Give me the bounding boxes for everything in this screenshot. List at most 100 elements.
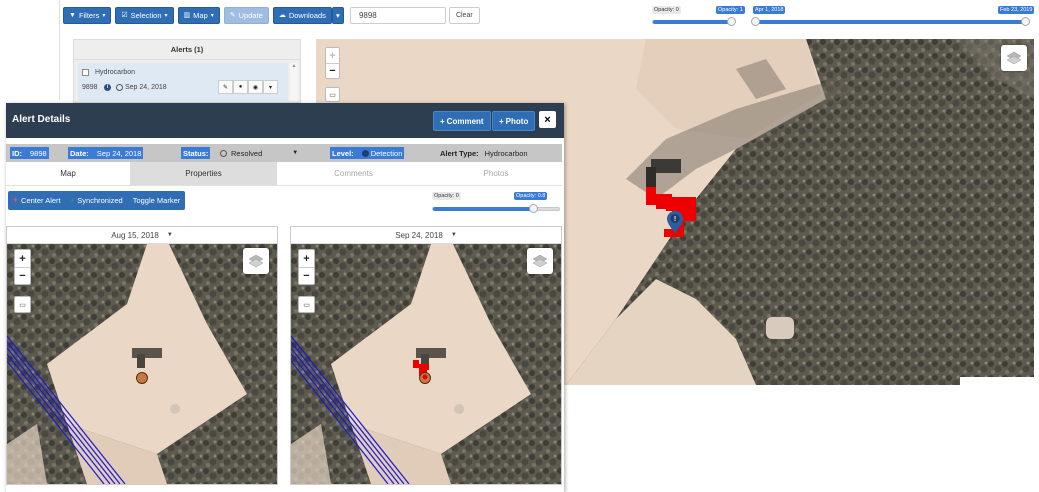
crosshair-icon: ✚	[13, 198, 19, 204]
alert-type-label: Alert Type:	[440, 148, 479, 158]
plus-icon: +	[499, 116, 504, 126]
selection-label: Selection	[130, 10, 162, 20]
alert-list-item[interactable]: Hydrocarbon 9898 i Sep 24, 2018 ✎ ● ◉ ▾	[78, 63, 288, 101]
opacity-slider-track[interactable]	[652, 17, 736, 26]
date-field: Date: Sep 24, 2018	[68, 147, 144, 159]
measure-tool-button[interactable]: ▭	[298, 296, 315, 313]
clear-label: Clear	[455, 11, 473, 19]
date-start-handle[interactable]	[751, 17, 760, 26]
filters-label: Filters	[78, 10, 100, 20]
map-button[interactable]: ▥ Map ▾	[177, 6, 220, 24]
main-toolbar: ▼ Filters ▾ ☑ Selection ▾ ▥ Map ▾ ✎ Upda…	[63, 6, 480, 24]
synchronized-toggle[interactable]: ● Synchronized	[66, 191, 128, 210]
downloads-button[interactable]: ☁ Downloads	[272, 6, 332, 24]
alert-details-modal: Alert Details + Comment + Photo × ID: 98…	[6, 103, 564, 492]
status-label-box: Status:	[181, 147, 211, 159]
comment-label: Comment	[446, 116, 484, 126]
modal-opacity-slider[interactable]: Opacity: 0 Opacity: 0.8	[432, 191, 562, 215]
comparison-map-before[interactable]: Aug 15, 2018 ▼ + − ▭	[6, 226, 278, 485]
add-comment-button[interactable]: + Comment	[433, 111, 491, 131]
caret-down-icon: ▼	[450, 232, 457, 238]
id-label: ID:	[12, 148, 22, 158]
modal-opacity-max-label: Opacity: 0.8	[514, 192, 548, 200]
measure-tool-button[interactable]: ▭	[14, 296, 31, 313]
layers-button[interactable]	[1001, 45, 1027, 71]
alert-date: Sep 24, 2018	[125, 84, 167, 91]
add-photo-button[interactable]: + Photo	[492, 111, 536, 131]
zoom-out-button[interactable]: −	[326, 63, 339, 78]
date-end-label: Feb 23, 2019	[998, 6, 1035, 14]
zoom-out-button[interactable]: −	[15, 267, 30, 284]
caret-down-icon: ▾	[164, 12, 168, 19]
after-date-selector[interactable]: Sep 24, 2018 ▼	[291, 227, 561, 244]
level-field: Level: Detection	[330, 147, 405, 159]
plus-icon: +	[440, 116, 445, 126]
ruler-icon: ▭	[19, 301, 26, 309]
layers-button[interactable]	[527, 248, 553, 274]
scroll-up-icon[interactable]: ▲	[290, 63, 298, 69]
info-button[interactable]: ●	[233, 80, 248, 94]
modal-opacity-fill	[433, 207, 533, 211]
after-zoom-control: + −	[298, 249, 315, 285]
alerts-panel-title: Alerts (1)	[74, 40, 300, 60]
selection-button[interactable]: ☑ Selection ▾	[115, 6, 174, 24]
opacity-slider-handle[interactable]	[727, 17, 736, 26]
date-range-slider[interactable]: Apr 1, 2018 Feb 23, 2019	[750, 4, 1035, 28]
alert-type: Hydrocarbon	[95, 69, 136, 76]
update-button[interactable]: ✎ Update	[223, 6, 269, 24]
alert-checkbox[interactable]	[82, 69, 89, 76]
zoom-in-button[interactable]: +	[326, 48, 339, 63]
date-start-label: Apr 1, 2018	[753, 6, 786, 14]
info-icon	[361, 149, 369, 157]
center-alert-button[interactable]: ✚ Center Alert	[8, 191, 66, 210]
alert-marker-icon[interactable]: !	[667, 211, 683, 233]
caret-down-icon: ▼	[292, 150, 299, 156]
before-date-selector[interactable]: Aug 15, 2018 ▼	[7, 227, 277, 244]
alerts-panel: Alerts (1) Hydrocarbon 9898 i Sep 24, 20…	[73, 39, 301, 103]
more-dropdown-button[interactable]: ▾	[263, 80, 278, 94]
zoom-in-button[interactable]: +	[299, 250, 314, 267]
date-end-handle[interactable]	[1021, 17, 1030, 26]
measure-tool-button[interactable]: ▭	[325, 87, 340, 102]
tab-photos[interactable]: Photos	[430, 162, 562, 185]
close-button[interactable]: ×	[539, 111, 556, 128]
alerts-scrollbar[interactable]: ▲	[290, 63, 298, 101]
modal-opacity-handle[interactable]	[529, 204, 538, 213]
tab-map[interactable]: Map	[6, 162, 130, 185]
filters-button[interactable]: ▼ Filters ▾	[63, 6, 112, 24]
before-satellite-image	[7, 244, 277, 484]
clear-button[interactable]: Clear	[448, 6, 480, 24]
zoom-out-button[interactable]: −	[299, 267, 314, 284]
alert-info-bar: ID: 9898 Date: Sep 24, 2018 Status: Reso…	[6, 144, 562, 162]
alert-id: 9898	[82, 84, 98, 91]
svg-text:!: !	[674, 216, 676, 223]
checkbox-icon: ☑	[121, 12, 128, 19]
date-slider-fill	[753, 20, 1027, 24]
tab-properties[interactable]: Properties	[130, 162, 277, 185]
status-select[interactable]: Resolved ▼	[220, 147, 298, 159]
view-button[interactable]: ◉	[248, 80, 263, 94]
date-slider-track[interactable]	[751, 17, 1030, 26]
modal-tabs: Map Properties Comments Photos	[6, 162, 562, 186]
layers-button[interactable]	[243, 248, 269, 274]
cloud-download-icon: ☁	[278, 12, 286, 19]
opacity-min-label: Opacity: 0	[652, 6, 681, 14]
edit-button[interactable]: ✎	[218, 80, 233, 94]
filter-icon: ▼	[69, 11, 76, 19]
status-label: Status:	[183, 148, 209, 158]
opacity-slider[interactable]: Opacity: 0 Opacity: 1	[650, 4, 745, 28]
zoom-in-button[interactable]: +	[15, 250, 30, 267]
eye-icon: ◉	[252, 84, 259, 91]
ruler-icon: ▭	[329, 91, 336, 99]
after-satellite-image	[291, 244, 561, 484]
comparison-map-after[interactable]: Sep 24, 2018 ▼ + − ▭	[290, 226, 562, 485]
map-controls-bar: ✚ Center Alert ● Synchronized Toggle Mar…	[8, 191, 186, 210]
modal-header: Alert Details + Comment + Photo ×	[6, 103, 564, 138]
search-input[interactable]	[349, 6, 446, 24]
info-icon: i	[104, 84, 111, 91]
toggle-marker-button[interactable]: Toggle Marker	[128, 191, 186, 210]
modal-opacity-track[interactable]	[432, 204, 560, 213]
tab-comments[interactable]: Comments	[277, 162, 430, 185]
downloads-dropdown-toggle[interactable]: ▾	[331, 6, 344, 24]
alert-type-value: Hydrocarbon	[484, 148, 528, 158]
